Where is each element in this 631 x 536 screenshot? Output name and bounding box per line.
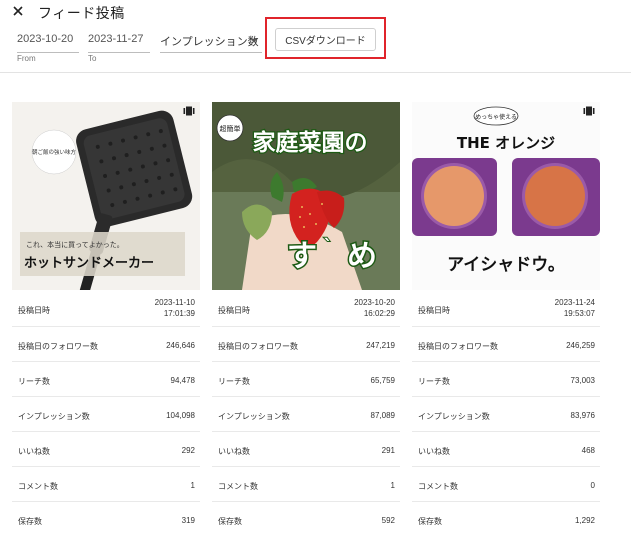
svg-text:めっちゃ使える: めっちゃ使える bbox=[475, 113, 517, 121]
carousel-icon bbox=[183, 106, 195, 116]
stat-label: リーチ数 bbox=[418, 377, 450, 386]
stat-value: 319 bbox=[181, 516, 195, 525]
stat-row-followers: 投稿日のフォロワー数 247,219 bbox=[212, 327, 400, 362]
chevron-down-icon bbox=[251, 39, 257, 43]
svg-text:`: ` bbox=[324, 236, 333, 257]
stat-row-impressions: インプレッション数 83,976 bbox=[412, 397, 600, 432]
stat-label: いいね数 bbox=[418, 447, 450, 456]
from-date-field[interactable]: 2023-10-20 bbox=[17, 29, 79, 53]
stat-row-likes: いいね数 291 bbox=[212, 432, 400, 467]
sort-metric-value: インプレッション数 bbox=[160, 36, 259, 48]
from-helper-text: From bbox=[17, 54, 36, 63]
stat-row-saves: 保存数 319 bbox=[12, 502, 200, 536]
carousel-icon bbox=[583, 106, 595, 116]
strawberry-garden-image: 超簡単 家庭菜園の す ` め bbox=[212, 102, 400, 290]
stat-label: 投稿日のフォロワー数 bbox=[418, 342, 498, 351]
stat-label: コメント数 bbox=[18, 482, 58, 491]
stat-value: 94,478 bbox=[170, 376, 195, 385]
stat-row-likes: いいね数 292 bbox=[12, 432, 200, 467]
divider bbox=[0, 72, 631, 73]
stat-label: 保存数 bbox=[18, 517, 42, 526]
stat-label: インプレッション数 bbox=[18, 412, 90, 421]
hot-sand-maker-image: 朝ご飯の強い味方 これ、本当に買ってよかった。 ホットサンドメーカー bbox=[12, 102, 200, 290]
stat-value: 246,259 bbox=[566, 341, 595, 350]
stat-value: 247,219 bbox=[366, 341, 395, 350]
stat-label: 保存数 bbox=[418, 517, 442, 526]
stat-row-impressions: インプレッション数 87,089 bbox=[212, 397, 400, 432]
stat-label: リーチ数 bbox=[18, 377, 50, 386]
stat-row-date: 投稿日時 2023-11-24 19:53:07 bbox=[412, 290, 600, 327]
post-stats: 投稿日時 2023-11-10 17:01:39 投稿日のフォロワー数 246,64… bbox=[12, 290, 200, 536]
stat-label: 保存数 bbox=[218, 517, 242, 526]
stat-label: いいね数 bbox=[218, 447, 250, 456]
stat-value: 468 bbox=[581, 446, 595, 455]
svg-text:め: め bbox=[347, 239, 377, 274]
post-stats: 投稿日時 2023-10-20 16:02:29 投稿日のフォロワー数 247,21… bbox=[212, 290, 400, 536]
stat-value: 104,098 bbox=[166, 411, 195, 420]
stat-row-saves: 保存数 1,292 bbox=[412, 502, 600, 536]
stat-value: 292 bbox=[181, 446, 195, 455]
stat-label: 投稿日時 bbox=[418, 306, 450, 315]
stat-row-impressions: インプレッション数 104,098 bbox=[12, 397, 200, 432]
stat-row-followers: 投稿日のフォロワー数 246,259 bbox=[412, 327, 600, 362]
stat-value: 2023-11-24 19:53:07 bbox=[554, 298, 595, 318]
stat-label: インプレッション数 bbox=[418, 412, 490, 421]
to-helper-text: To bbox=[88, 54, 97, 63]
stat-value: 2023-11-10 17:01:39 bbox=[154, 298, 195, 318]
post-stats: 投稿日時 2023-11-24 19:53:07 投稿日のフォロワー数 246,25… bbox=[412, 290, 600, 536]
stat-row-reach: リーチ数 65,759 bbox=[212, 362, 400, 397]
close-icon bbox=[13, 6, 23, 16]
stat-value: 246,646 bbox=[166, 341, 195, 350]
svg-text:す: す bbox=[287, 239, 317, 274]
post-thumbnail[interactable]: 超簡単 家庭菜園の す ` め bbox=[212, 102, 400, 290]
stat-value: 1 bbox=[390, 481, 395, 490]
stat-label: インプレッション数 bbox=[218, 412, 290, 421]
stat-row-reach: リーチ数 73,003 bbox=[412, 362, 600, 397]
stat-label: 投稿日時 bbox=[218, 306, 250, 315]
svg-text:朝ご飯の強い味方: 朝ご飯の強い味方 bbox=[32, 148, 77, 156]
stat-value: 73,003 bbox=[570, 376, 595, 385]
to-date-field[interactable]: 2023-11-27 bbox=[88, 29, 150, 53]
post-thumbnail[interactable]: 朝ご飯の強い味方 これ、本当に買ってよかった。 ホットサンドメーカー bbox=[12, 102, 200, 290]
stat-row-saves: 保存数 592 bbox=[212, 502, 400, 536]
stat-label: 投稿日のフォロワー数 bbox=[18, 342, 98, 351]
stat-label: 投稿日のフォロワー数 bbox=[218, 342, 298, 351]
svg-text:アイシャドウ。: アイシャドウ。 bbox=[447, 255, 565, 275]
stat-label: いいね数 bbox=[18, 447, 50, 456]
close-button[interactable] bbox=[9, 2, 27, 20]
stat-value: 83,976 bbox=[570, 411, 595, 420]
stat-row-followers: 投稿日のフォロワー数 246,646 bbox=[12, 327, 200, 362]
svg-text:ホットサンドメーカー: ホットサンドメーカー bbox=[24, 256, 154, 271]
stat-value: 592 bbox=[381, 516, 395, 525]
svg-text:超簡単: 超簡単 bbox=[220, 124, 241, 133]
stat-row-comments: コメント数 1 bbox=[12, 467, 200, 502]
stat-value: 2023-10-20 16:02:29 bbox=[354, 298, 395, 318]
stat-row-date: 投稿日時 2023-11-10 17:01:39 bbox=[12, 290, 200, 327]
stat-row-likes: いいね数 468 bbox=[412, 432, 600, 467]
stat-row-comments: コメント数 0 bbox=[412, 467, 600, 502]
csv-download-button[interactable]: CSVダウンロード bbox=[275, 28, 376, 51]
post-thumbnail[interactable]: めっちゃ使える THE オレンジ アイシャドウ。 bbox=[412, 102, 600, 290]
stat-label: リーチ数 bbox=[218, 377, 250, 386]
stat-value: 1,292 bbox=[574, 516, 595, 525]
svg-text:THE オレンジ: THE オレンジ bbox=[457, 134, 555, 152]
stat-row-reach: リーチ数 94,478 bbox=[12, 362, 200, 397]
stat-value: 65,759 bbox=[370, 376, 395, 385]
stat-value: 0 bbox=[590, 481, 595, 490]
orange-eyeshadow-image: めっちゃ使える THE オレンジ アイシャドウ。 bbox=[412, 102, 600, 290]
stat-value: 291 bbox=[381, 446, 395, 455]
stat-label: コメント数 bbox=[418, 482, 458, 491]
stat-label: 投稿日時 bbox=[18, 306, 50, 315]
stat-label: コメント数 bbox=[218, 482, 258, 491]
svg-text:これ、本当に買ってよかった。: これ、本当に買ってよかった。 bbox=[26, 240, 124, 249]
stat-value: 87,089 bbox=[370, 411, 395, 420]
stat-row-date: 投稿日時 2023-10-20 16:02:29 bbox=[212, 290, 400, 327]
stat-row-comments: コメント数 1 bbox=[212, 467, 400, 502]
stat-value: 1 bbox=[190, 481, 195, 490]
sort-metric-select[interactable]: インプレッション数 bbox=[160, 29, 262, 53]
svg-text:家庭菜園の: 家庭菜園の bbox=[253, 129, 368, 156]
page-title: フィード投稿 bbox=[38, 5, 125, 21]
